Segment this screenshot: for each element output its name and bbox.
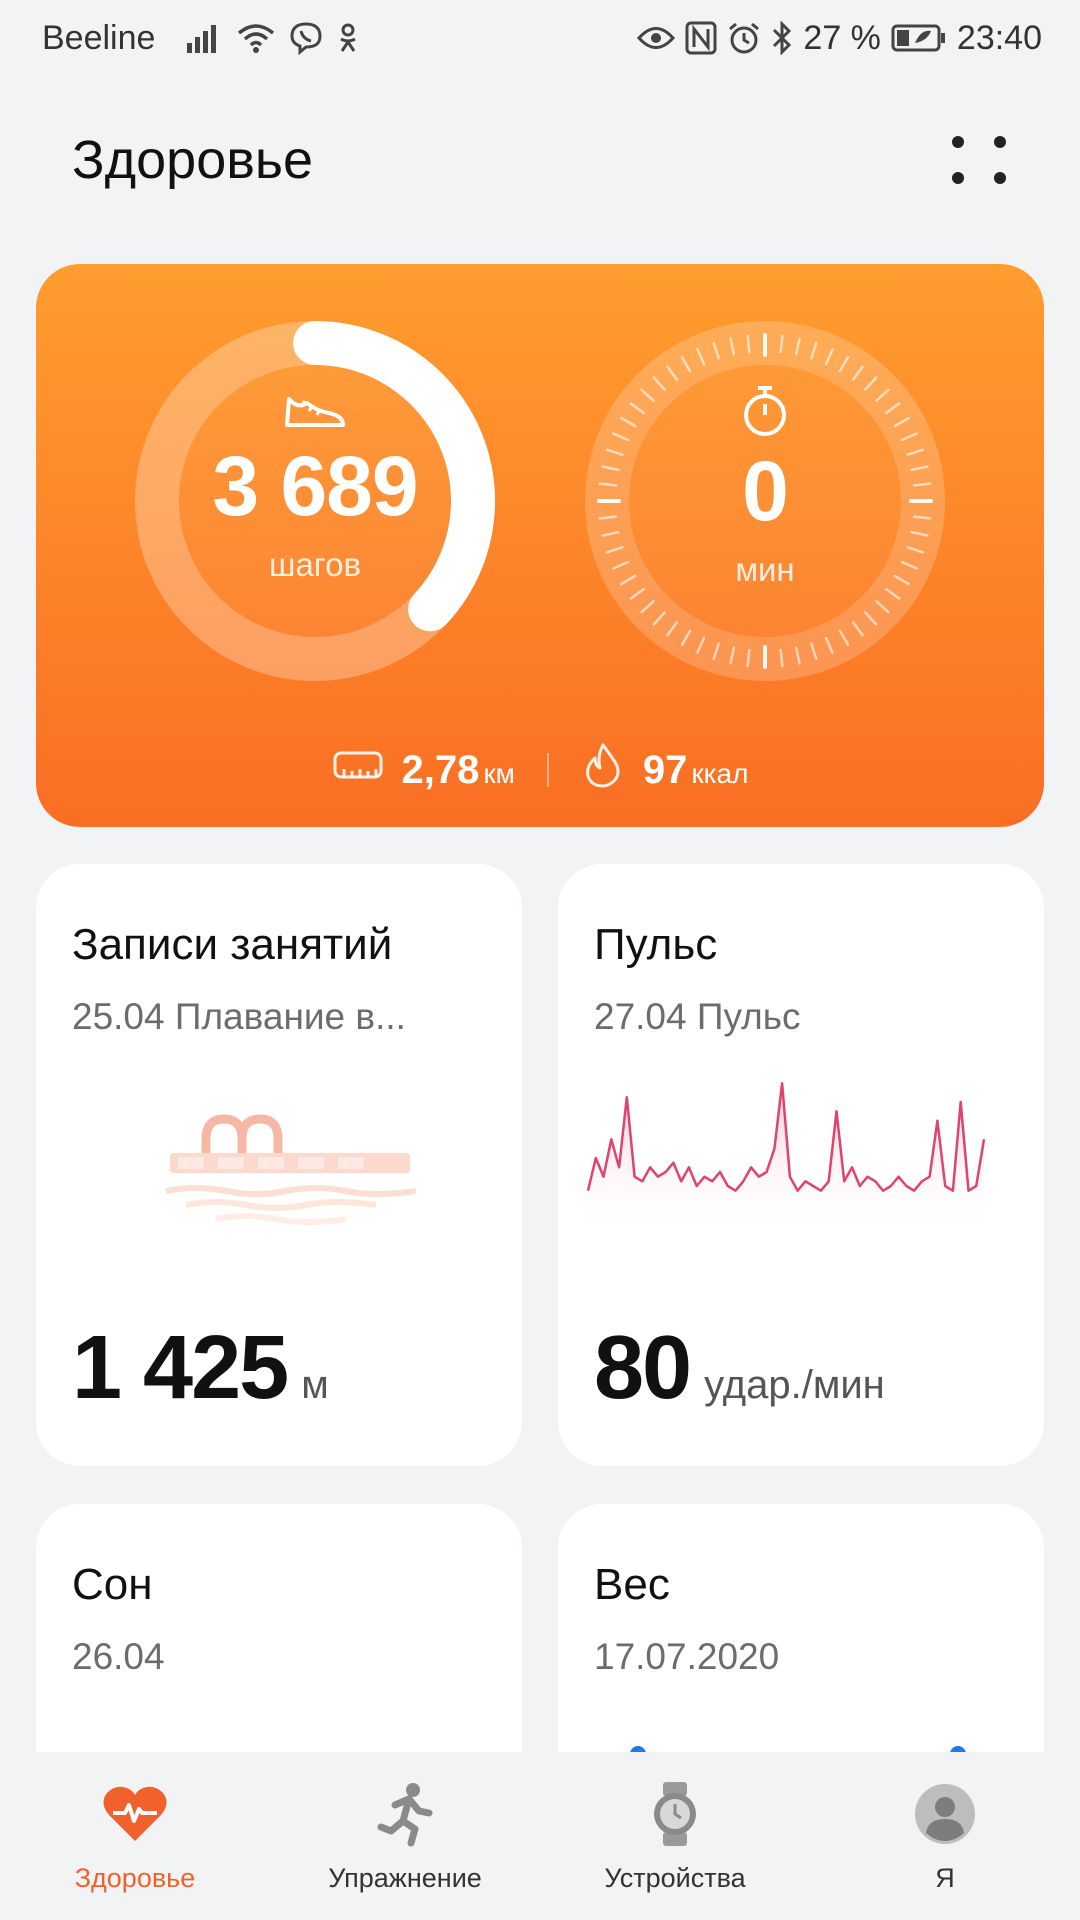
- distance-value: 2,78: [401, 747, 480, 792]
- eye-icon: [637, 25, 676, 51]
- steps-unit: шагов: [268, 545, 362, 583]
- workouts-distance: 1 425: [72, 1318, 289, 1418]
- activity-summary: 2,78 км 97 ккал: [36, 742, 1044, 798]
- wifi-icon: [237, 23, 275, 53]
- app-header: Здоровье: [0, 110, 1080, 210]
- sleep-title: Сон: [72, 1560, 153, 1609]
- pulse-subtitle: 27.04 Пульс: [594, 996, 801, 1037]
- nav-devices-label: Устройства: [604, 1862, 746, 1893]
- carrier-label: Beeline: [42, 18, 156, 57]
- nav-exercise[interactable]: Упражнение: [285, 1779, 525, 1894]
- ok-icon: [337, 22, 359, 54]
- shoe-icon: [283, 389, 347, 438]
- heart-pulse-icon: [101, 1779, 169, 1849]
- status-bar: Beeline 27 % 23:40: [0, 0, 1080, 76]
- nav-me[interactable]: Я: [825, 1779, 1065, 1894]
- nav-health-label: Здоровье: [74, 1862, 196, 1893]
- active-minutes-count: 0: [742, 443, 789, 538]
- nfc-icon: [685, 21, 717, 55]
- nav-exercise-label: Упражнение: [328, 1862, 482, 1893]
- alarm-icon: [727, 21, 761, 55]
- workouts-unit: м: [301, 1363, 329, 1407]
- dot-icon: [952, 136, 964, 148]
- pulse-chart: [586, 1082, 986, 1234]
- calories-value: 97: [642, 747, 688, 792]
- more-options-button[interactable]: [950, 130, 1010, 190]
- stopwatch-icon: [740, 384, 790, 443]
- pool-icon: [126, 1109, 426, 1244]
- pulse-title: Пульс: [594, 920, 718, 969]
- pulse-bpm: 80: [594, 1318, 692, 1418]
- calories-unit: ккал: [691, 757, 749, 789]
- pulse-tile[interactable]: Пульс 27.04 Пульс 80 удар./мин: [558, 864, 1044, 1466]
- distance-unit: км: [483, 757, 515, 789]
- sleep-subtitle: 26.04: [72, 1636, 165, 1677]
- workouts-tile[interactable]: Записи занятий 25.04 Плавание в... 1 425…: [36, 864, 522, 1466]
- viber-icon: [289, 21, 323, 55]
- pulse-unit: удар./мин: [704, 1363, 885, 1407]
- active-minutes-ring[interactable]: 0 мин: [580, 316, 950, 686]
- nav-health[interactable]: Здоровье: [15, 1779, 255, 1894]
- summary-divider: [546, 753, 549, 787]
- runner-icon: [375, 1779, 435, 1849]
- pulse-area: [588, 1083, 984, 1234]
- nav-me-label: Я: [935, 1862, 955, 1893]
- steps-count: 3 689: [212, 438, 418, 533]
- page-title: Здоровье: [72, 130, 314, 190]
- battery-icon: [891, 23, 947, 53]
- active-minutes-unit: мин: [735, 550, 795, 588]
- nav-devices[interactable]: Устройства: [555, 1779, 795, 1894]
- bluetooth-icon: [771, 21, 793, 55]
- signal-icon: [187, 23, 223, 53]
- bottom-nav: Здоровье Упражнение Устройства Я: [0, 1752, 1080, 1920]
- battery-percent: 27 %: [803, 18, 881, 57]
- flame-icon: [581, 742, 625, 798]
- pulse-value-group: 80 удар./мин: [594, 1317, 885, 1420]
- activity-card[interactable]: 3 689 шагов 0 мин 2,78 км 97 ккал: [36, 264, 1044, 827]
- watch-icon: [649, 1779, 701, 1849]
- steps-ring[interactable]: 3 689 шагов: [130, 316, 500, 686]
- dot-icon: [994, 136, 1006, 148]
- dot-icon: [952, 172, 964, 184]
- weight-title: Вес: [594, 1560, 670, 1609]
- clock: 23:40: [956, 18, 1042, 57]
- weight-subtitle: 17.07.2020: [594, 1636, 780, 1677]
- distance-icon: [332, 748, 384, 792]
- profile-icon: [914, 1779, 976, 1849]
- workouts-value-group: 1 425 м: [72, 1317, 329, 1420]
- workouts-subtitle: 25.04 Плавание в...: [72, 996, 406, 1037]
- workouts-title: Записи занятий: [72, 920, 393, 969]
- dot-icon: [994, 172, 1006, 184]
